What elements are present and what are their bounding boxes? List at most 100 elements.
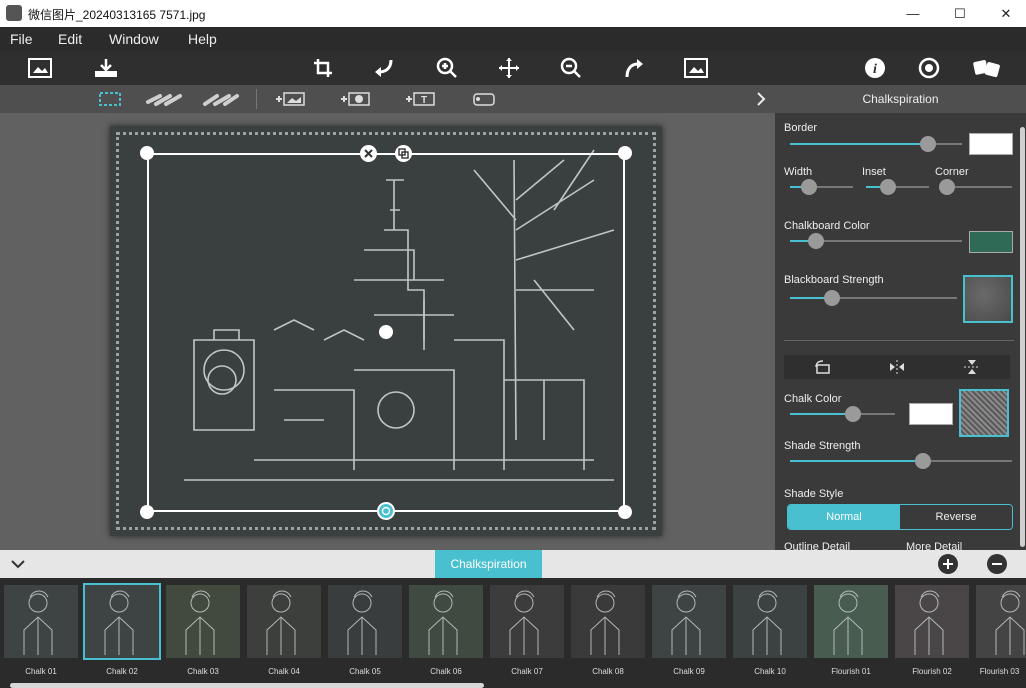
random-icon[interactable] (972, 55, 1000, 81)
chalk-color-slider[interactable] (790, 406, 895, 422)
preset-thumbnail[interactable] (976, 585, 1026, 658)
shade-strength-label: Shade Strength (784, 440, 861, 452)
handle-center[interactable] (379, 325, 393, 339)
brush-add-icon[interactable] (146, 89, 184, 109)
close-button[interactable]: ✕ (983, 0, 1026, 27)
shade-style-reverse[interactable]: Reverse (900, 505, 1012, 529)
preset-label: Flourish 02 (912, 667, 952, 676)
preset-label: Chalk 01 (25, 667, 57, 676)
preset-thumbnail[interactable] (571, 585, 645, 658)
preset-label: Chalk 05 (349, 667, 381, 676)
border-slider[interactable] (790, 136, 962, 152)
crop-icon[interactable] (309, 55, 337, 81)
add-preset-icon[interactable] (938, 554, 958, 574)
brush-remove-icon[interactable] (203, 89, 239, 109)
blackboard-strength-slider[interactable] (790, 290, 957, 306)
select-rect-icon[interactable] (98, 89, 122, 109)
preset-thumbnail[interactable] (247, 585, 321, 658)
preset-label: Chalk 08 (592, 667, 624, 676)
delete-selection-icon[interactable] (360, 145, 377, 162)
zoom-out-icon[interactable] (557, 55, 585, 81)
save-icon[interactable] (92, 55, 120, 81)
preset-label: Chalk 10 (754, 667, 786, 676)
open-image-icon[interactable] (26, 55, 54, 81)
shade-style-label: Shade Style (784, 488, 844, 500)
preset-label: Flourish 01 (831, 667, 871, 676)
blackboard-texture-preview[interactable] (963, 275, 1013, 323)
undo-icon[interactable] (370, 55, 398, 81)
handle-bottom-right[interactable] (618, 505, 632, 519)
border-color-swatch[interactable] (969, 133, 1013, 155)
handle-top-left[interactable] (140, 146, 154, 160)
chalk-texture-preview[interactable] (959, 389, 1009, 437)
minimize-button[interactable]: — (890, 0, 936, 27)
collapse-strip-icon[interactable] (10, 557, 26, 575)
width-slider[interactable] (790, 179, 853, 195)
preset-label: Chalk 09 (673, 667, 705, 676)
settings-panel (775, 113, 1026, 550)
menu-bar: File Edit Window Help (0, 27, 1026, 51)
add-shape-icon[interactable] (470, 89, 498, 109)
menu-edit[interactable]: Edit (58, 31, 82, 47)
preset-thumbnail[interactable] (490, 585, 564, 658)
toolbar-divider (256, 89, 257, 109)
shade-style-toggle: Normal Reverse (787, 504, 1013, 530)
settings-icon[interactable] (915, 55, 943, 81)
preset-thumbnail[interactable] (4, 585, 78, 658)
menu-file[interactable]: File (10, 31, 33, 47)
preset-label: Chalk 06 (430, 667, 462, 676)
remove-preset-icon[interactable] (987, 554, 1007, 574)
fit-image-icon[interactable] (682, 55, 710, 81)
inset-slider[interactable] (866, 179, 929, 195)
outline-detail-label: Outline Detail (784, 541, 851, 550)
flip-vertical-icon[interactable] (935, 355, 1010, 379)
chalk-color-label: Chalk Color (784, 393, 842, 405)
corner-slider[interactable] (939, 179, 1012, 195)
duplicate-selection-icon[interactable] (395, 145, 412, 162)
pan-icon[interactable] (495, 55, 523, 81)
preset-thumbnail[interactable] (328, 585, 402, 658)
zoom-in-icon[interactable] (433, 55, 461, 81)
chalk-color-swatch[interactable] (909, 403, 953, 425)
tab-chalkspiration[interactable]: Chalkspiration (435, 550, 542, 578)
inset-label: Inset (862, 166, 886, 178)
preset-thumbnail[interactable] (166, 585, 240, 658)
title-bar: 微信图片_20240313165 7571.jpg — ☐ ✕ (0, 0, 1026, 27)
add-star-icon[interactable] (339, 89, 371, 109)
handle-bottom-left[interactable] (140, 505, 154, 519)
menu-window[interactable]: Window (109, 31, 159, 47)
add-image-icon[interactable] (274, 89, 306, 109)
preset-label: Chalk 07 (511, 667, 543, 676)
preset-thumbnail[interactable] (652, 585, 726, 658)
width-label: Width (784, 166, 813, 178)
chalkboard-color-label: Chalkboard Color (784, 220, 870, 232)
handle-top-right[interactable] (618, 146, 632, 160)
svg-text:T: T (421, 95, 427, 106)
rotate-handle-icon[interactable] (377, 502, 395, 520)
chalkboard-color-slider[interactable] (790, 233, 962, 249)
preset-label: Chalk 02 (106, 667, 138, 676)
transform-icon-row (784, 355, 1010, 379)
strip-scrollbar[interactable] (10, 683, 484, 688)
corner-label: Corner (935, 166, 969, 178)
expand-panel-icon[interactable] (754, 89, 768, 109)
window-title: 微信图片_20240313165 7571.jpg (28, 8, 206, 22)
rotate-icon[interactable] (784, 355, 859, 379)
add-text-icon[interactable]: T (404, 89, 436, 109)
info-icon[interactable]: i (861, 55, 889, 81)
redo-icon[interactable] (620, 55, 648, 81)
flip-horizontal-icon[interactable] (859, 355, 934, 379)
chalkboard-color-swatch[interactable] (969, 231, 1013, 253)
menu-help[interactable]: Help (188, 31, 217, 47)
preset-thumbnail[interactable] (895, 585, 969, 658)
shade-strength-slider[interactable] (790, 453, 1012, 469)
maximize-button[interactable]: ☐ (937, 0, 983, 27)
preset-thumbnail[interactable] (409, 585, 483, 658)
border-label: Border (784, 122, 818, 134)
panel-scrollbar[interactable] (1020, 127, 1025, 547)
preset-thumbnail[interactable] (83, 583, 161, 660)
shade-style-normal[interactable]: Normal (788, 505, 900, 529)
preset-thumbnail[interactable] (733, 585, 807, 658)
preset-thumbnail[interactable] (814, 585, 888, 658)
app-icon (6, 5, 22, 21)
